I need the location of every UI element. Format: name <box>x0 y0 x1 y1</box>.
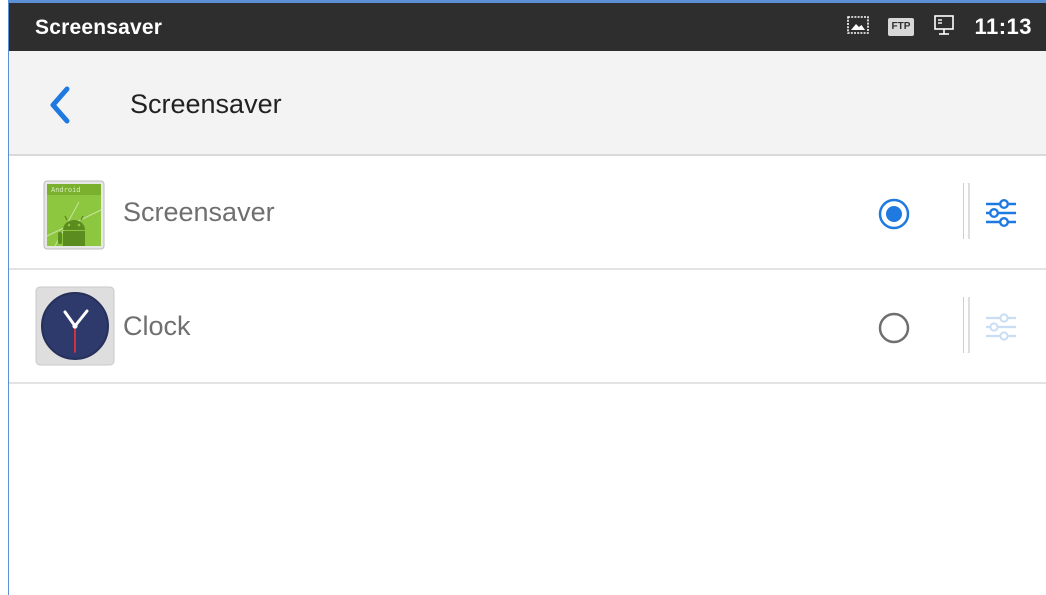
action-bar: Screensaver <box>9 51 1046 156</box>
radio-selected[interactable] <box>877 197 911 231</box>
item-divider <box>963 297 970 353</box>
status-bar-title: Screensaver <box>35 16 163 39</box>
android-screensaver-icon: Android <box>35 178 115 252</box>
list-item-screensaver[interactable]: Android Screensaver <box>9 156 1046 270</box>
image-icon <box>846 14 870 41</box>
svg-text:Android: Android <box>51 186 81 194</box>
clock-app-icon <box>35 286 115 366</box>
ftp-icon: FTP <box>887 18 915 36</box>
item-divider <box>963 183 970 239</box>
chevron-left-icon <box>50 86 70 124</box>
status-time: 11:13 <box>974 14 1032 39</box>
list-item-label: Clock <box>123 311 191 341</box>
radio-unselected[interactable] <box>877 311 911 345</box>
sliders-icon <box>986 198 1016 228</box>
screen-cast-icon <box>932 13 956 42</box>
status-bar: Screensaver FTP 11:13 <box>9 3 1046 51</box>
settings-button-disabled <box>983 309 1019 345</box>
sliders-icon <box>986 313 1016 341</box>
page-title: Screensaver <box>130 89 282 119</box>
back-button[interactable] <box>45 85 75 125</box>
screensaver-list: Android Screensaver Clock <box>9 156 1046 384</box>
screen: Screensaver FTP 11:13 Screensaver Androi… <box>0 0 1046 595</box>
status-icons: FTP 11:13 <box>846 12 1032 42</box>
settings-button[interactable] <box>983 195 1019 231</box>
list-item-clock[interactable]: Clock <box>9 270 1046 384</box>
list-item-label: Screensaver <box>123 197 275 227</box>
